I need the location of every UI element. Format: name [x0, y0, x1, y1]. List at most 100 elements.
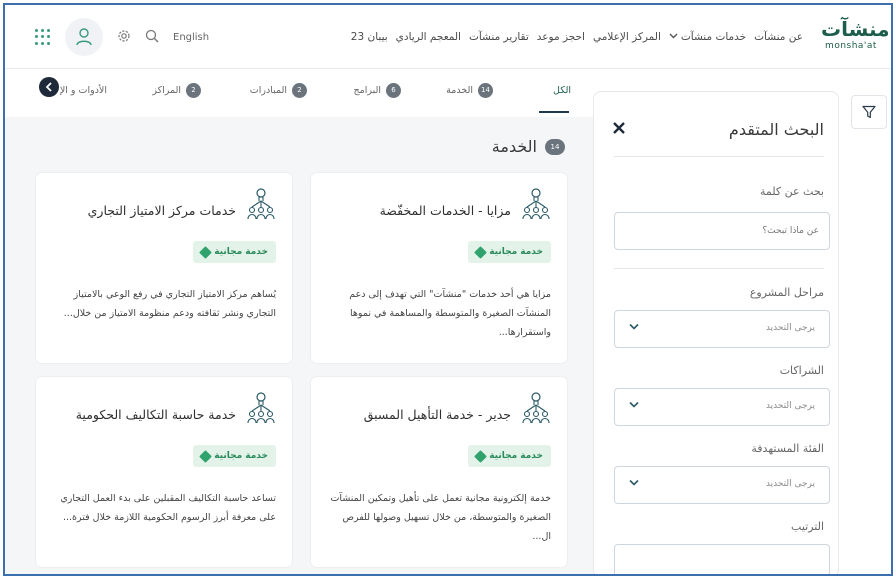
service-card[interactable]: خدمات مركز الامتياز التجاري خدمة مجانية …	[36, 173, 292, 363]
tab-all-label: الكل	[553, 84, 571, 96]
card-description: خدمة إلكترونية مجانية تعمل على تأهيل وتم…	[330, 493, 551, 542]
card-title[interactable]: جدير - خدمة التأهيل المسبق	[364, 407, 511, 422]
free-service-badge: خدمة مجانية	[468, 241, 551, 263]
main-navigation: عن منشآت خدمات منشآت المركز الإعلامي احج…	[351, 27, 803, 47]
nav-reports-label: تقارير منشآت	[468, 31, 529, 43]
nav-glossary-label: المعجم الريادي	[395, 31, 461, 43]
tab-centers-label: المراكز	[152, 84, 181, 96]
sort-select[interactable]	[614, 544, 830, 574]
badge-label: خدمة مجانية	[214, 247, 268, 257]
tag-icon	[199, 449, 213, 463]
chevron-left-icon	[45, 82, 52, 92]
project-stages-label: مراحل المشروع	[749, 286, 824, 299]
network-people-icon	[247, 392, 275, 424]
chevron-down-icon	[629, 398, 639, 411]
browser-frame: منشآت monsha'at عن منشآت خدمات منشآت الم…	[3, 3, 893, 576]
logo-arabic-text: منشآت	[821, 17, 890, 41]
keyword-label: بحث عن كلمة	[759, 185, 824, 198]
divider	[614, 268, 824, 269]
tab-centers[interactable]: المراكز 2	[152, 77, 201, 103]
tab-services-label: الخدمة	[446, 84, 473, 96]
tab-services-count: 14	[478, 82, 493, 98]
divider	[614, 156, 824, 157]
tag-icon	[474, 449, 488, 463]
monshaat-logo[interactable]: منشآت monsha'at	[821, 17, 890, 57]
nav-book-appointment-label: احجز موعد	[536, 31, 585, 43]
nav-about[interactable]: عن منشآت	[754, 31, 803, 43]
free-service-badge: خدمة مجانية	[193, 445, 276, 467]
partnerships-select[interactable]: يرجى التحديد	[614, 388, 830, 426]
tab-programs-label: البرامج	[353, 84, 381, 96]
tab-programs-count: 6	[386, 82, 401, 98]
card-title[interactable]: خدمة حاسبة التكاليف الحكومية	[76, 407, 236, 422]
tab-tools[interactable]: الأدوات و الإ	[60, 77, 107, 103]
advanced-search-title: البحث المتقدم	[728, 120, 824, 139]
card-description: تساعد حاسبة التكاليف المقبلين على بدء ال…	[60, 493, 276, 523]
close-icon[interactable]	[612, 116, 626, 140]
tab-all[interactable]: الكل	[553, 77, 571, 103]
card-title[interactable]: مزايا - الخدمات المخفّضة	[380, 203, 511, 218]
header-tools: English	[35, 18, 209, 56]
user-icon	[76, 28, 92, 46]
user-account-button[interactable]	[65, 18, 103, 56]
tab-initiatives-count: 2	[292, 82, 307, 98]
settings-gear-icon[interactable]	[117, 28, 131, 47]
section-heading: الخدمة 14	[492, 137, 565, 156]
badge-label: خدمة مجانية	[489, 247, 543, 257]
partnerships-label: الشراكات	[779, 364, 824, 377]
select-placeholder: يرجى التحديد	[765, 479, 815, 489]
tag-icon	[199, 245, 213, 259]
category-tabs: الكل الخدمة 14 البرامج 6 المبادرات 2 الم…	[35, 71, 577, 113]
tab-centers-count: 2	[186, 82, 201, 98]
keyword-search-input[interactable]	[614, 212, 830, 250]
card-description: يُساهم مركز الامتياز التجاري في رفع الوع…	[63, 289, 276, 319]
nav-book-appointment[interactable]: احجز موعد	[537, 31, 585, 43]
chevron-down-icon	[629, 320, 639, 333]
select-placeholder: يرجى التحديد	[765, 401, 815, 411]
tab-tools-label: الأدوات و الإ	[59, 84, 107, 96]
tag-icon	[474, 245, 488, 259]
target-audience-label: الفئة المستهدفة	[751, 442, 824, 455]
card-title[interactable]: خدمات مركز الامتياز التجاري	[88, 203, 236, 218]
network-people-icon	[522, 392, 550, 424]
badge-label: خدمة مجانية	[489, 451, 543, 461]
card-description: مزايا هي أحد خدمات "منشآت" التي تهدف إلى…	[349, 289, 551, 338]
logo-latin-text: monsha'at	[825, 41, 877, 51]
section-title: الخدمة	[491, 137, 537, 156]
tabs-scroll-left-button[interactable]	[39, 77, 59, 97]
nav-media-center[interactable]: المركز الإعلامي	[593, 31, 661, 43]
service-card[interactable]: جدير - خدمة التأهيل المسبق خدمة مجانية خ…	[311, 377, 567, 567]
search-icon[interactable]	[145, 28, 159, 47]
nav-media-center-label: المركز الإعلامي	[592, 31, 661, 43]
tab-services[interactable]: الخدمة 14	[446, 77, 493, 103]
apps-grid-icon[interactable]	[35, 29, 51, 45]
section-count-badge: 14	[545, 138, 565, 155]
nav-about-label: عن منشآت	[754, 31, 803, 43]
top-header: منشآت monsha'at عن منشآت خدمات منشآت الم…	[5, 5, 891, 69]
project-stages-select[interactable]: يرجى التحديد	[614, 310, 830, 348]
free-service-badge: خدمة مجانية	[193, 241, 276, 263]
badge-label: خدمة مجانية	[214, 451, 268, 461]
nav-biban[interactable]: بيبان 23	[351, 31, 388, 43]
active-tab-indicator	[539, 111, 569, 113]
advanced-search-panel: البحث المتقدم بحث عن كلمة مراحل المشروع …	[593, 91, 839, 574]
nav-biban-label: بيبان 23	[350, 31, 388, 43]
select-placeholder: يرجى التحديد	[765, 323, 815, 333]
filter-toggle-button[interactable]	[851, 95, 887, 129]
free-service-badge: خدمة مجانية	[468, 445, 551, 467]
service-card[interactable]: مزايا - الخدمات المخفّضة خدمة مجانية مزا…	[311, 173, 567, 363]
nav-services-label: خدمات منشآت	[680, 31, 747, 43]
nav-services[interactable]: خدمات منشآت	[669, 31, 746, 43]
nav-glossary[interactable]: المعجم الريادي	[396, 31, 461, 43]
target-audience-select[interactable]: يرجى التحديد	[614, 466, 830, 504]
network-people-icon	[247, 188, 275, 220]
language-switch[interactable]: English	[173, 32, 209, 43]
tab-programs[interactable]: البرامج 6	[353, 77, 401, 103]
chevron-down-icon	[669, 32, 678, 42]
service-card[interactable]: خدمة حاسبة التكاليف الحكومية خدمة مجانية…	[36, 377, 292, 567]
filter-icon	[862, 105, 876, 119]
tab-initiatives[interactable]: المبادرات 2	[250, 77, 307, 103]
chevron-down-icon	[629, 476, 639, 489]
sort-label: الترتيب	[791, 520, 824, 533]
nav-reports[interactable]: تقارير منشآت	[469, 31, 529, 43]
